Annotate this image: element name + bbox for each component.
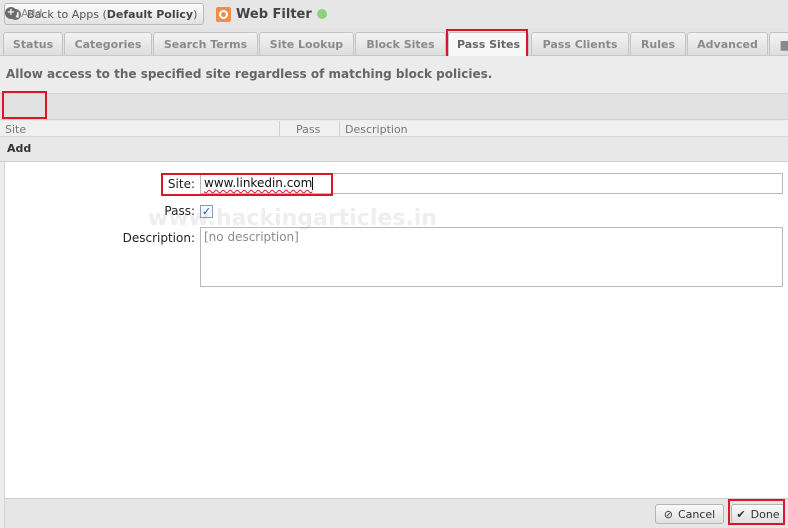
site-input[interactable]: www.linkedin.com [200, 173, 783, 194]
done-button[interactable]: ✔ Done [731, 504, 785, 524]
window-footer: ⊘ Cancel ✔ Done [4, 498, 788, 528]
column-header-pass[interactable]: Pass [296, 123, 320, 136]
tab-pass-clients[interactable]: Pass Clients [531, 32, 629, 55]
grid-header: Site Pass Description [0, 121, 788, 137]
status-dot-icon [316, 9, 327, 19]
tab-search-terms[interactable]: Search Terms [153, 32, 258, 55]
column-separator [339, 121, 340, 136]
app-title: Web Filter [216, 5, 327, 23]
plus-circle-icon: + [5, 7, 17, 19]
cancel-button[interactable]: ⊘ Cancel [655, 504, 724, 524]
tab-categories[interactable]: Categories [64, 32, 152, 55]
app-title-text: Web Filter [236, 6, 312, 22]
site-label: Site: [167, 177, 195, 191]
web-filter-icon [216, 6, 231, 22]
tab-site-lookup[interactable]: Site Lookup [259, 32, 354, 55]
chart-icon: ▆ [780, 37, 788, 51]
description-label: Description: [122, 231, 195, 245]
column-header-description[interactable]: Description [345, 123, 408, 136]
add-window-title: Add [0, 137, 788, 162]
tab-block-sites[interactable]: Block Sites [355, 32, 446, 55]
checkmark-icon: ✔ [736, 507, 746, 521]
description-textarea[interactable]: [no description] [200, 227, 783, 287]
done-label: Done [750, 507, 780, 521]
tab-rules[interactable]: Rules [630, 32, 686, 55]
tab-pass-sites[interactable]: Pass Sites [448, 32, 529, 56]
column-separator [279, 121, 280, 136]
back-suffix: ) [193, 7, 198, 21]
column-header-site[interactable]: Site [5, 123, 26, 136]
pass-checkbox[interactable]: ✓ [200, 205, 213, 218]
back-policy-name: Default Policy [106, 7, 194, 21]
panel-description: Allow access to the specified site regar… [0, 56, 788, 94]
add-button-label: Add [21, 6, 43, 20]
cancel-icon: ⊘ [663, 507, 673, 521]
tab-status[interactable]: Status [3, 32, 63, 55]
text-caret [312, 177, 314, 190]
add-button[interactable]: + Add [5, 4, 42, 22]
cancel-label: Cancel [677, 507, 716, 521]
tab-bar: Status Categories Search Terms Site Look… [0, 28, 788, 56]
pass-label: Pass: [164, 204, 195, 218]
site-input-value: www.linkedin.com [204, 176, 313, 190]
grid-toolbar [0, 94, 788, 120]
tab-reports[interactable]: ▆ [769, 32, 788, 55]
tab-advanced[interactable]: Advanced [687, 32, 768, 55]
